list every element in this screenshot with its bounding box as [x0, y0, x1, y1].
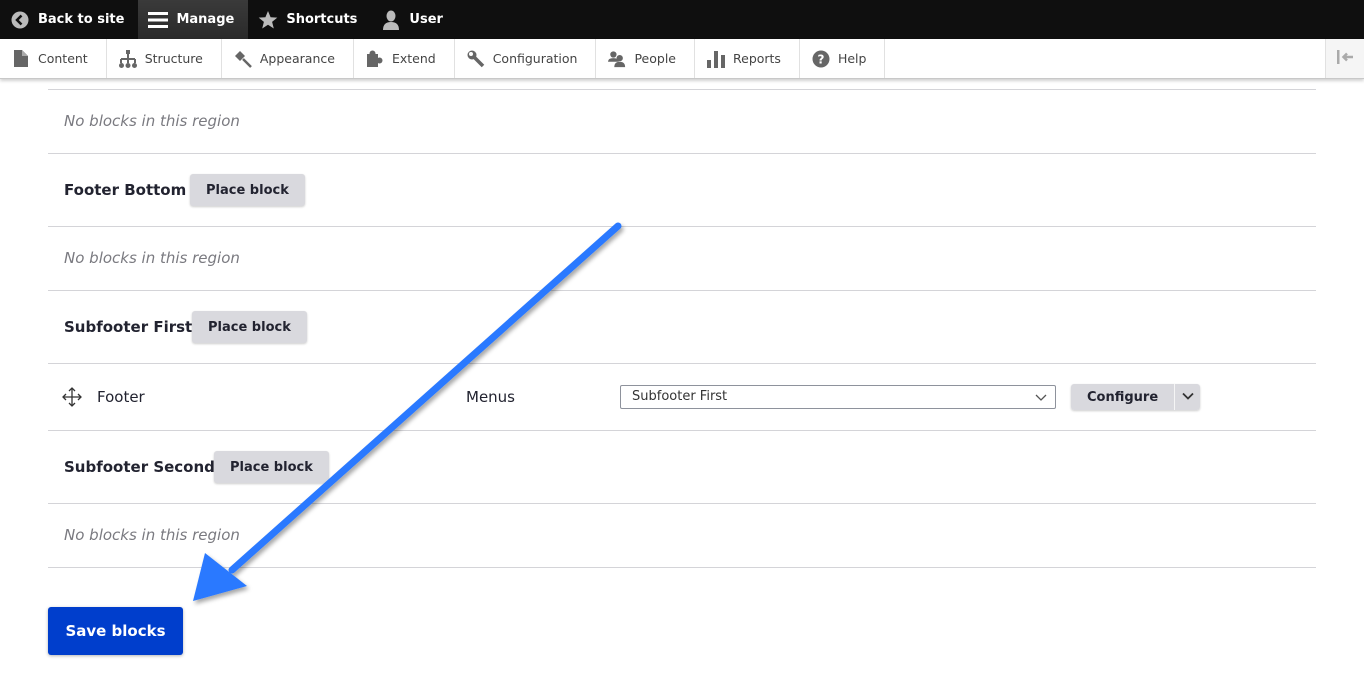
- row-divider: [48, 78, 1316, 90]
- help-icon: ?: [812, 50, 830, 68]
- region-select-value: Subfooter First: [632, 389, 728, 404]
- empty-region-message: No blocks in this region: [64, 112, 240, 130]
- puzzle-icon: [366, 50, 384, 68]
- tray-help[interactable]: ? Help: [800, 39, 886, 78]
- bar-chart-icon: [707, 50, 725, 68]
- block-layout-table: No blocks in this region Footer Bottom P…: [48, 78, 1316, 568]
- chevron-down-icon: [1182, 390, 1194, 405]
- region-empty-row: No blocks in this region: [48, 227, 1316, 291]
- tray-extend[interactable]: Extend: [354, 39, 455, 78]
- block-row-footer: Footer Menus Subfooter First Configure: [48, 364, 1316, 431]
- star-icon: [258, 10, 278, 30]
- empty-region-message: No blocks in this region: [64, 526, 240, 544]
- region-title: Subfooter First: [64, 318, 193, 336]
- tray-help-label: Help: [837, 51, 867, 66]
- empty-region-message: No blocks in this region: [64, 249, 240, 267]
- wrench-icon: [467, 50, 485, 68]
- tray-content[interactable]: Content: [0, 39, 107, 78]
- tray-extend-label: Extend: [391, 51, 436, 66]
- place-block-button[interactable]: Place block: [190, 174, 305, 206]
- admin-tray: Content Structure Appearance Extend Conf…: [0, 39, 1364, 79]
- back-arrow-circle-icon: [10, 10, 30, 30]
- admin-toolbar: Back to site Manage Shortcuts User: [0, 0, 1364, 39]
- block-category: Menus: [466, 388, 515, 406]
- region-empty-row: No blocks in this region: [48, 90, 1316, 154]
- region-empty-row: No blocks in this region: [48, 504, 1316, 568]
- dropbutton-toggle[interactable]: [1174, 384, 1201, 410]
- svg-text:?: ?: [817, 52, 824, 66]
- toolbar-manage-label: Manage: [176, 12, 235, 27]
- toolbar-manage[interactable]: Manage: [138, 0, 249, 39]
- toolbar-shortcuts[interactable]: Shortcuts: [248, 0, 371, 39]
- tray-people-label: People: [634, 51, 676, 66]
- configure-dropbutton: Configure: [1071, 384, 1201, 410]
- tray-structure[interactable]: Structure: [107, 39, 222, 78]
- toolbar-back-label: Back to site: [38, 12, 125, 27]
- region-select[interactable]: Subfooter First: [620, 385, 1056, 409]
- tray-configuration[interactable]: Configuration: [455, 39, 597, 78]
- region-subfooter-first: Subfooter First Place block: [48, 291, 1316, 364]
- tray-structure-label: Structure: [144, 51, 203, 66]
- toolbar-user-label: User: [409, 12, 443, 27]
- sitemap-icon: [118, 49, 137, 68]
- region-subfooter-second: Subfooter Second Place block: [48, 431, 1316, 504]
- region-title: Footer Bottom: [64, 181, 187, 199]
- tray-people[interactable]: People: [596, 39, 695, 78]
- tray-appearance[interactable]: Appearance: [222, 39, 354, 78]
- tray-reports-label: Reports: [733, 51, 781, 66]
- chevron-down-icon: [1035, 387, 1047, 415]
- tray-collapse-button[interactable]: [1325, 39, 1364, 78]
- configure-button[interactable]: Configure: [1071, 384, 1175, 410]
- collapse-tray-icon: [1335, 49, 1355, 69]
- block-name: Footer: [97, 388, 145, 406]
- toolbar-shortcuts-label: Shortcuts: [286, 12, 358, 27]
- file-icon: [12, 50, 30, 68]
- toolbar-user[interactable]: User: [371, 0, 457, 39]
- drag-handle-icon[interactable]: [62, 387, 82, 407]
- tray-appearance-label: Appearance: [259, 51, 335, 66]
- paintbrush-icon: [234, 50, 252, 68]
- save-blocks-button[interactable]: Save blocks: [48, 607, 183, 655]
- tray-configuration-label: Configuration: [492, 51, 578, 66]
- place-block-button[interactable]: Place block: [214, 451, 329, 483]
- place-block-button[interactable]: Place block: [192, 311, 307, 343]
- user-icon: [381, 10, 401, 30]
- region-footer-bottom: Footer Bottom Place block: [48, 154, 1316, 227]
- region-title: Subfooter Second: [64, 458, 215, 476]
- tray-content-label: Content: [38, 51, 88, 66]
- people-icon: [608, 50, 626, 68]
- tray-reports[interactable]: Reports: [695, 39, 800, 78]
- toolbar-back-to-site[interactable]: Back to site: [0, 0, 138, 39]
- hamburger-menu-icon: [148, 10, 169, 30]
